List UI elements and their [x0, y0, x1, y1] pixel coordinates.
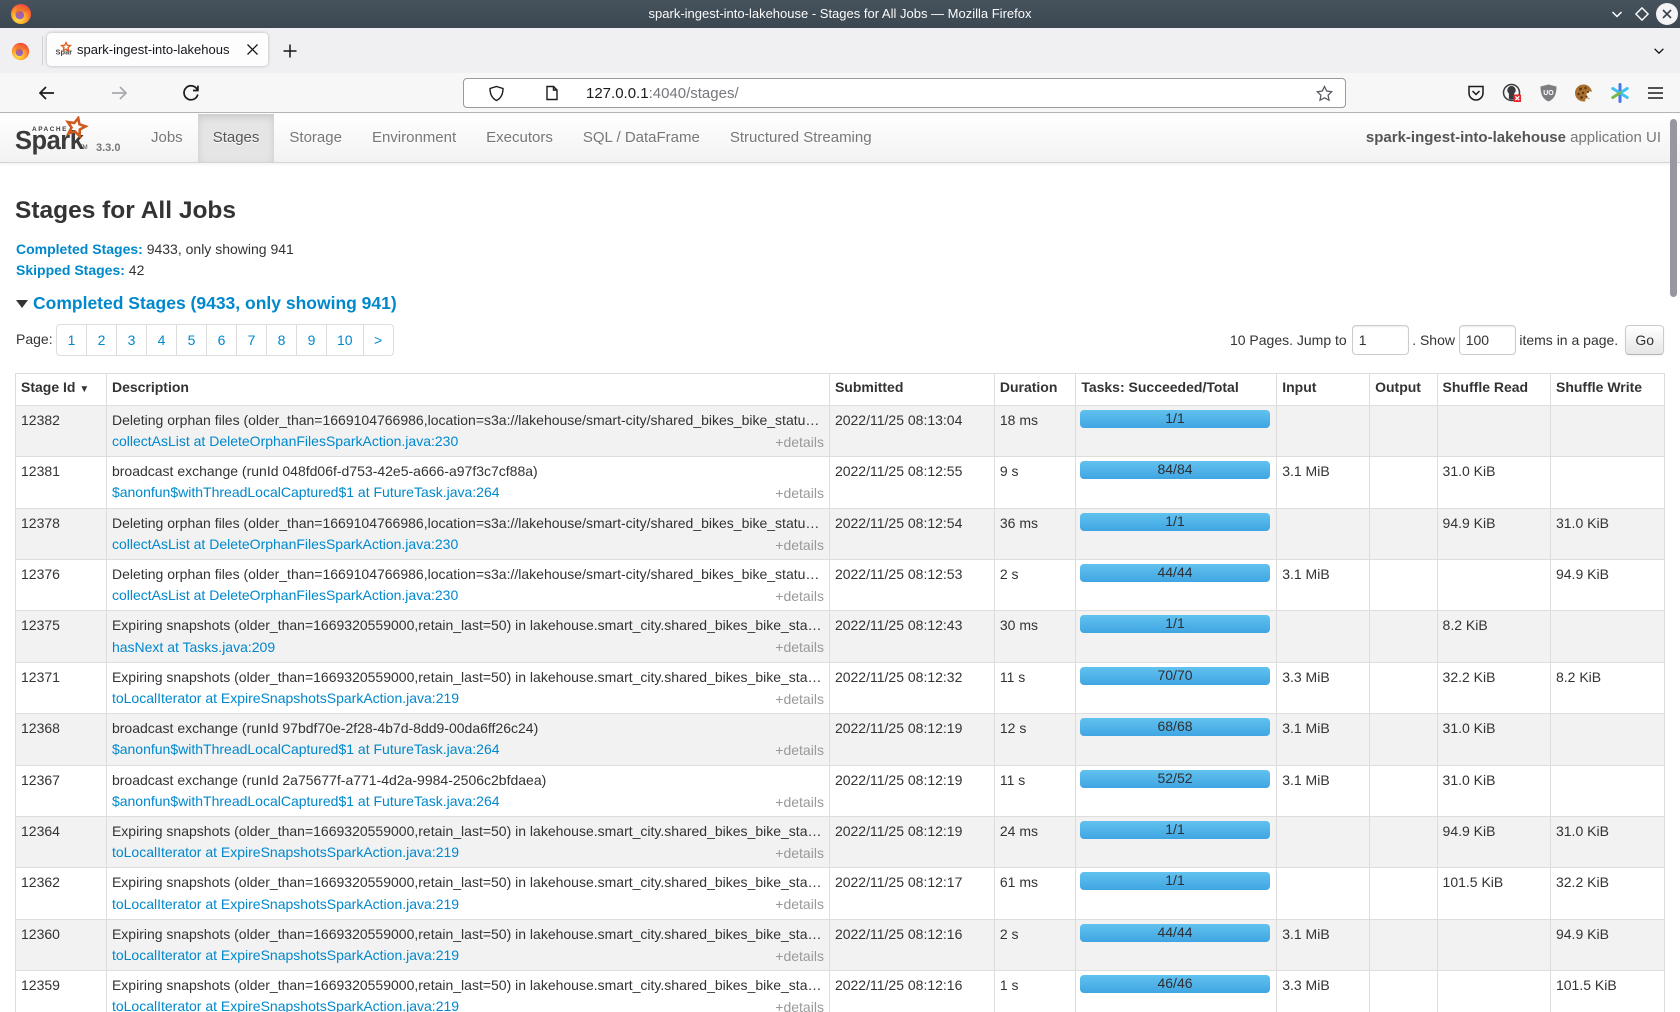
- svg-text:UO: UO: [1543, 90, 1554, 97]
